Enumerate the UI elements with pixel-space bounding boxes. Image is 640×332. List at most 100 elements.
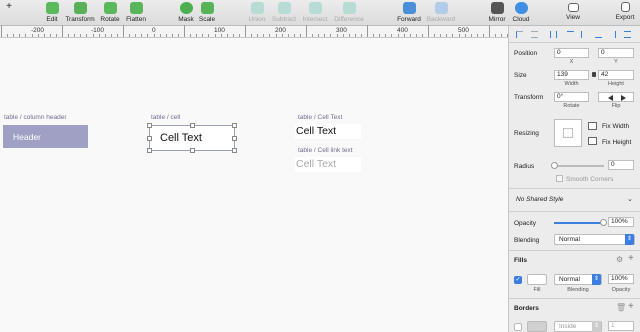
- subtract-button[interactable]: Subtract: [270, 0, 298, 26]
- artboard-label-cell-link-text[interactable]: table / Cell link text: [298, 147, 353, 154]
- insert-button[interactable]: +: [2, 0, 16, 26]
- align-middle-icon[interactable]: [581, 31, 588, 38]
- ruler-tick: [312, 34, 314, 37]
- fill-opacity-input[interactable]: 100%: [608, 274, 634, 284]
- ruler-tick: [421, 34, 423, 37]
- radius-input[interactable]: 0: [608, 160, 634, 170]
- add-border-icon[interactable]: +: [628, 301, 634, 312]
- border-color-swatch[interactable]: [527, 321, 547, 332]
- rotate-input[interactable]: 0°: [554, 92, 589, 102]
- fill-blend-select[interactable]: Normal ⇕: [554, 274, 602, 285]
- align-center-icon[interactable]: [531, 31, 538, 38]
- resizing-widget[interactable]: [554, 119, 582, 147]
- forward-label: Forward: [397, 16, 421, 23]
- column-header-symbol[interactable]: Header: [3, 125, 88, 148]
- border-enabled-checkbox[interactable]: [514, 323, 522, 331]
- resize-handle[interactable]: [147, 148, 152, 153]
- intersect-button[interactable]: Intersect: [301, 0, 329, 26]
- ruler-tick: [7, 34, 9, 37]
- fill-color-swatch[interactable]: [527, 274, 547, 285]
- ruler-tick: [434, 34, 436, 37]
- rotate-button[interactable]: Rotate: [99, 0, 121, 26]
- union-button[interactable]: Union: [247, 0, 267, 26]
- cell-symbol[interactable]: Cell Text: [147, 123, 237, 153]
- chevron-down-icon[interactable]: ⌄: [627, 195, 633, 203]
- edit-button[interactable]: Edit: [44, 0, 60, 26]
- cell-link-text-symbol[interactable]: Cell Text: [295, 157, 361, 172]
- fix-height-label[interactable]: Fix Height: [602, 139, 631, 146]
- resize-handle[interactable]: [190, 148, 195, 153]
- lock-ratio-icon[interactable]: [592, 72, 596, 77]
- resize-handle[interactable]: [147, 123, 152, 128]
- resize-handle[interactable]: [232, 123, 237, 128]
- transform-label: Transform: [514, 94, 544, 101]
- radius-slider[interactable]: [551, 162, 604, 169]
- resize-handle[interactable]: [232, 136, 237, 141]
- transform-button[interactable]: Transform: [64, 0, 96, 26]
- opacity-input[interactable]: 100%: [608, 217, 634, 227]
- fix-height-icon[interactable]: [588, 137, 597, 145]
- canvas[interactable]: table / column header Header table / cel…: [0, 38, 508, 332]
- ruler-tick: [135, 34, 137, 37]
- shared-style-select[interactable]: No Shared Style: [516, 196, 563, 203]
- scale-button[interactable]: Scale: [198, 0, 216, 26]
- blending-select[interactable]: Normal ⇕: [554, 234, 635, 245]
- border-position-select[interactable]: Inside ⇕: [554, 321, 602, 332]
- ruler-tick: [147, 34, 149, 37]
- opacity-slider-knob[interactable]: [600, 219, 607, 226]
- mirror-button[interactable]: Mirror: [487, 0, 507, 26]
- export-button[interactable]: Export: [613, 0, 637, 26]
- blending-value: Normal: [559, 236, 580, 243]
- flip-control[interactable]: [598, 92, 634, 102]
- fill-blend-value: Normal: [559, 276, 580, 283]
- flatten-button[interactable]: Flatten: [124, 0, 148, 26]
- flip-horizontal-icon[interactable]: [608, 95, 613, 101]
- opacity-slider[interactable]: [554, 219, 607, 226]
- backward-button[interactable]: Backward: [426, 0, 456, 26]
- radius-slider-knob[interactable]: [551, 162, 558, 169]
- distribute-vertical-icon[interactable]: [624, 31, 631, 38]
- mask-button[interactable]: Mask: [177, 0, 195, 26]
- ruler-tick: [287, 34, 289, 37]
- union-label: Union: [248, 16, 266, 23]
- artboard-label-cell-text[interactable]: table / Cell Text: [298, 114, 342, 121]
- resize-handle[interactable]: [190, 123, 195, 128]
- align-bottom-icon[interactable]: [595, 31, 602, 38]
- forward-button[interactable]: Forward: [396, 0, 422, 26]
- ruler-label: 500: [458, 27, 469, 34]
- difference-button[interactable]: Difference: [332, 0, 366, 26]
- flip-vertical-icon[interactable]: [621, 95, 626, 101]
- ruler-tick: [257, 34, 259, 37]
- cloud-button[interactable]: Cloud: [511, 0, 531, 26]
- smooth-corners-checkbox[interactable]: [556, 175, 563, 182]
- height-input[interactable]: 42: [598, 70, 634, 80]
- trash-icon[interactable]: 🗑: [616, 303, 626, 312]
- view-button[interactable]: View: [563, 0, 583, 26]
- mask-icon: [179, 2, 193, 14]
- ruler-tick: [269, 34, 271, 37]
- fix-width-icon[interactable]: [588, 122, 597, 130]
- divider: [509, 211, 640, 212]
- align-left-icon[interactable]: [516, 31, 523, 38]
- width-input[interactable]: 139: [554, 70, 589, 80]
- view-icon: [567, 3, 579, 12]
- x-input[interactable]: 0: [554, 48, 589, 58]
- align-right-icon[interactable]: [609, 31, 616, 38]
- artboard-label-column-header[interactable]: table / column header: [4, 114, 67, 121]
- distribute-icon[interactable]: [550, 31, 557, 38]
- fix-width-label[interactable]: Fix Width: [602, 123, 629, 130]
- artboard-label-cell[interactable]: table / cell: [151, 114, 180, 121]
- ruler-tick: [184, 25, 185, 37]
- cell-text-symbol[interactable]: Cell Text: [295, 124, 361, 139]
- gear-icon[interactable]: ⚙: [616, 255, 623, 264]
- resize-handle[interactable]: [147, 136, 152, 141]
- toolbar: + Edit Transform Rotate Flatten Mask Sca…: [0, 0, 640, 26]
- fill-enabled-checkbox[interactable]: ✓: [514, 276, 522, 284]
- ruler-tick: [49, 34, 51, 37]
- add-fill-icon[interactable]: +: [628, 253, 634, 264]
- y-input[interactable]: 0: [598, 48, 634, 58]
- resize-handle[interactable]: [232, 148, 237, 153]
- align-top-icon[interactable]: [567, 31, 574, 38]
- border-width-input[interactable]: 1: [608, 321, 634, 331]
- union-icon: [250, 2, 264, 14]
